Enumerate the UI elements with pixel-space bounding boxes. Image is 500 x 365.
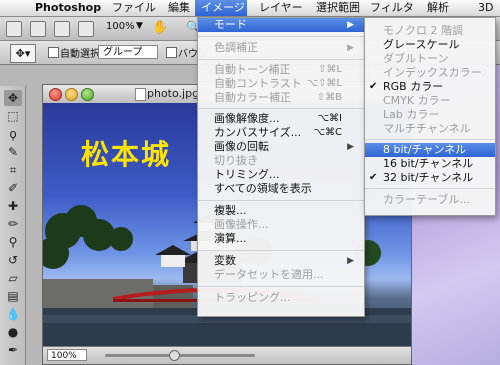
menu-item-mode[interactable]: モード ▶ xyxy=(198,18,364,32)
submenu-arrow-icon: ▶ xyxy=(347,256,354,266)
move-tool-preset[interactable]: ✥▾ xyxy=(10,44,36,63)
auto-select-checkbox[interactable] xyxy=(48,47,59,58)
dodge-tool-icon[interactable]: ● xyxy=(4,324,22,340)
menu-item-duplicate[interactable]: 複製... xyxy=(198,204,364,218)
crop-tool-icon[interactable]: ⌗ xyxy=(4,162,22,178)
menu-item-auto-tone[interactable]: 自動トーン補正 ⇧⌘L xyxy=(198,63,364,77)
zoom-slider-track[interactable] xyxy=(105,354,255,357)
auto-select-dropdown[interactable]: グループ xyxy=(98,45,158,59)
eyedropper-tool-icon[interactable]: ✐ xyxy=(4,180,22,196)
checkmark-icon: ✔ xyxy=(369,172,378,183)
close-icon[interactable] xyxy=(49,88,62,101)
bridge-icon[interactable] xyxy=(30,21,46,37)
menu-bar: Photoshop ファイル 編集 イメージ レイヤー 選択範囲 フィルタ 解析… xyxy=(0,0,500,17)
document-icon xyxy=(135,88,146,101)
stamp-tool-icon[interactable]: ⚲ xyxy=(4,234,22,250)
minimize-icon[interactable] xyxy=(65,88,78,101)
mode-item-indexed[interactable]: インデックスカラー xyxy=(365,66,495,80)
mode-item-multichannel[interactable]: マルチチャンネル xyxy=(365,122,495,136)
zoom-level[interactable]: 100% xyxy=(106,21,135,32)
view-extras-icon[interactable] xyxy=(54,21,70,37)
mode-item-grayscale[interactable]: グレースケール xyxy=(365,38,495,52)
menu-item-calculations[interactable]: 演算... xyxy=(198,232,364,246)
menu-item-trim[interactable]: トリミング... xyxy=(198,168,364,182)
mode-item-8bit[interactable]: 8 bit/チャンネル xyxy=(365,143,495,157)
menu-item-image-rotation[interactable]: 画像の回転 ▶ xyxy=(198,140,364,154)
document-zoom-field[interactable]: 100% xyxy=(47,349,87,361)
zoom-slider-knob[interactable] xyxy=(169,350,180,361)
menu-item-auto-contrast[interactable]: 自動コントラスト ⌥⇧⌘L xyxy=(198,77,364,91)
mode-item-bitmap[interactable]: モノクロ 2 階調 xyxy=(365,24,495,38)
menu-filter[interactable]: フィルタ xyxy=(370,0,414,16)
pen-tool-icon[interactable]: ✒ xyxy=(4,342,22,358)
checkmark-icon: ✔ xyxy=(369,81,378,92)
photoshop-logo-icon xyxy=(6,21,22,37)
photo-title-text: 松本城 xyxy=(81,138,172,171)
menu-item-auto-color[interactable]: 自動カラー補正 ⇧⌘B xyxy=(198,91,364,105)
gradient-tool-icon[interactable]: ▤ xyxy=(4,288,22,304)
quick-select-tool-icon[interactable]: ✎ xyxy=(4,144,22,160)
arrange-icon[interactable] xyxy=(78,21,94,37)
document-statusbar: 100% xyxy=(43,346,411,364)
mode-item-32bit[interactable]: ✔ 32 bit/チャンネル xyxy=(365,171,495,185)
chevron-down-icon[interactable]: ▼ xyxy=(136,21,143,31)
zoom-window-icon[interactable] xyxy=(81,88,94,101)
menu-item-canvas-size[interactable]: カンバスサイズ... ⌥⌘C xyxy=(198,126,364,140)
marquee-tool-icon[interactable]: ⬚ xyxy=(4,108,22,124)
menu-item-apply-image[interactable]: 画像操作... xyxy=(198,218,364,232)
menu-3d[interactable]: 3D xyxy=(478,0,493,16)
mode-item-duotone[interactable]: ダブルトーン xyxy=(365,52,495,66)
image-menu: モード ▶ 色調補正 ▶ 自動トーン補正 ⇧⌘L 自動コントラスト ⌥⇧⌘L 自… xyxy=(197,17,365,317)
menu-file[interactable]: ファイル xyxy=(112,0,156,16)
menu-item-reveal-all[interactable]: すべての領域を表示 xyxy=(198,182,364,196)
mode-item-16bit[interactable]: 16 bit/チャンネル xyxy=(365,157,495,171)
submenu-arrow-icon: ▶ xyxy=(347,20,354,30)
menu-item-apply-dataset[interactable]: データセットを適用... xyxy=(198,268,364,282)
menu-analysis[interactable]: 解析 xyxy=(427,0,449,16)
mode-item-cmyk[interactable]: CMYK カラー xyxy=(365,94,495,108)
menu-item-variables[interactable]: 変数 ▶ xyxy=(198,254,364,268)
eraser-tool-icon[interactable]: ▱ xyxy=(4,270,22,286)
brush-tool-icon[interactable]: ✏ xyxy=(4,216,22,232)
history-brush-tool-icon[interactable]: ↺ xyxy=(4,252,22,268)
mode-submenu: モノクロ 2 階調 グレースケール ダブルトーン インデックスカラー ✔ RGB… xyxy=(364,17,496,216)
toolbox: ✥ ⬚ ϙ ✎ ⌗ ✐ ✚ ✏ ⚲ ↺ ▱ ▤ 💧 ● ✒ xyxy=(0,86,26,365)
mode-item-lab[interactable]: Lab カラー xyxy=(365,108,495,122)
lasso-tool-icon[interactable]: ϙ xyxy=(4,126,22,142)
mode-item-color-table[interactable]: カラーテーブル... xyxy=(365,193,495,207)
menu-photoshop[interactable]: Photoshop xyxy=(35,0,101,16)
bounds-checkbox[interactable] xyxy=(166,47,177,58)
menu-item-image-size[interactable]: 画像解像度... ⌥⌘I xyxy=(198,112,364,126)
healing-tool-icon[interactable]: ✚ xyxy=(4,198,22,214)
menu-item-trap[interactable]: トラッピング... xyxy=(198,291,364,305)
menu-item-crop[interactable]: 切り抜き xyxy=(198,154,364,168)
menu-layer[interactable]: レイヤー xyxy=(259,0,303,16)
menu-image[interactable]: イメージ xyxy=(195,0,247,16)
move-tool-icon[interactable]: ✥ xyxy=(4,90,22,106)
blur-tool-icon[interactable]: 💧 xyxy=(4,306,22,322)
menu-item-adjustments[interactable]: 色調補正 ▶ xyxy=(198,41,364,55)
menu-select[interactable]: 選択範囲 xyxy=(316,0,360,16)
submenu-arrow-icon: ▶ xyxy=(347,142,354,152)
hand-icon[interactable]: ✋ xyxy=(152,20,168,35)
mode-item-rgb[interactable]: ✔ RGB カラー xyxy=(365,80,495,94)
menu-edit[interactable]: 編集 xyxy=(168,0,190,16)
submenu-arrow-icon: ▶ xyxy=(347,43,354,53)
document-filename: photo.jpg xyxy=(147,87,200,100)
